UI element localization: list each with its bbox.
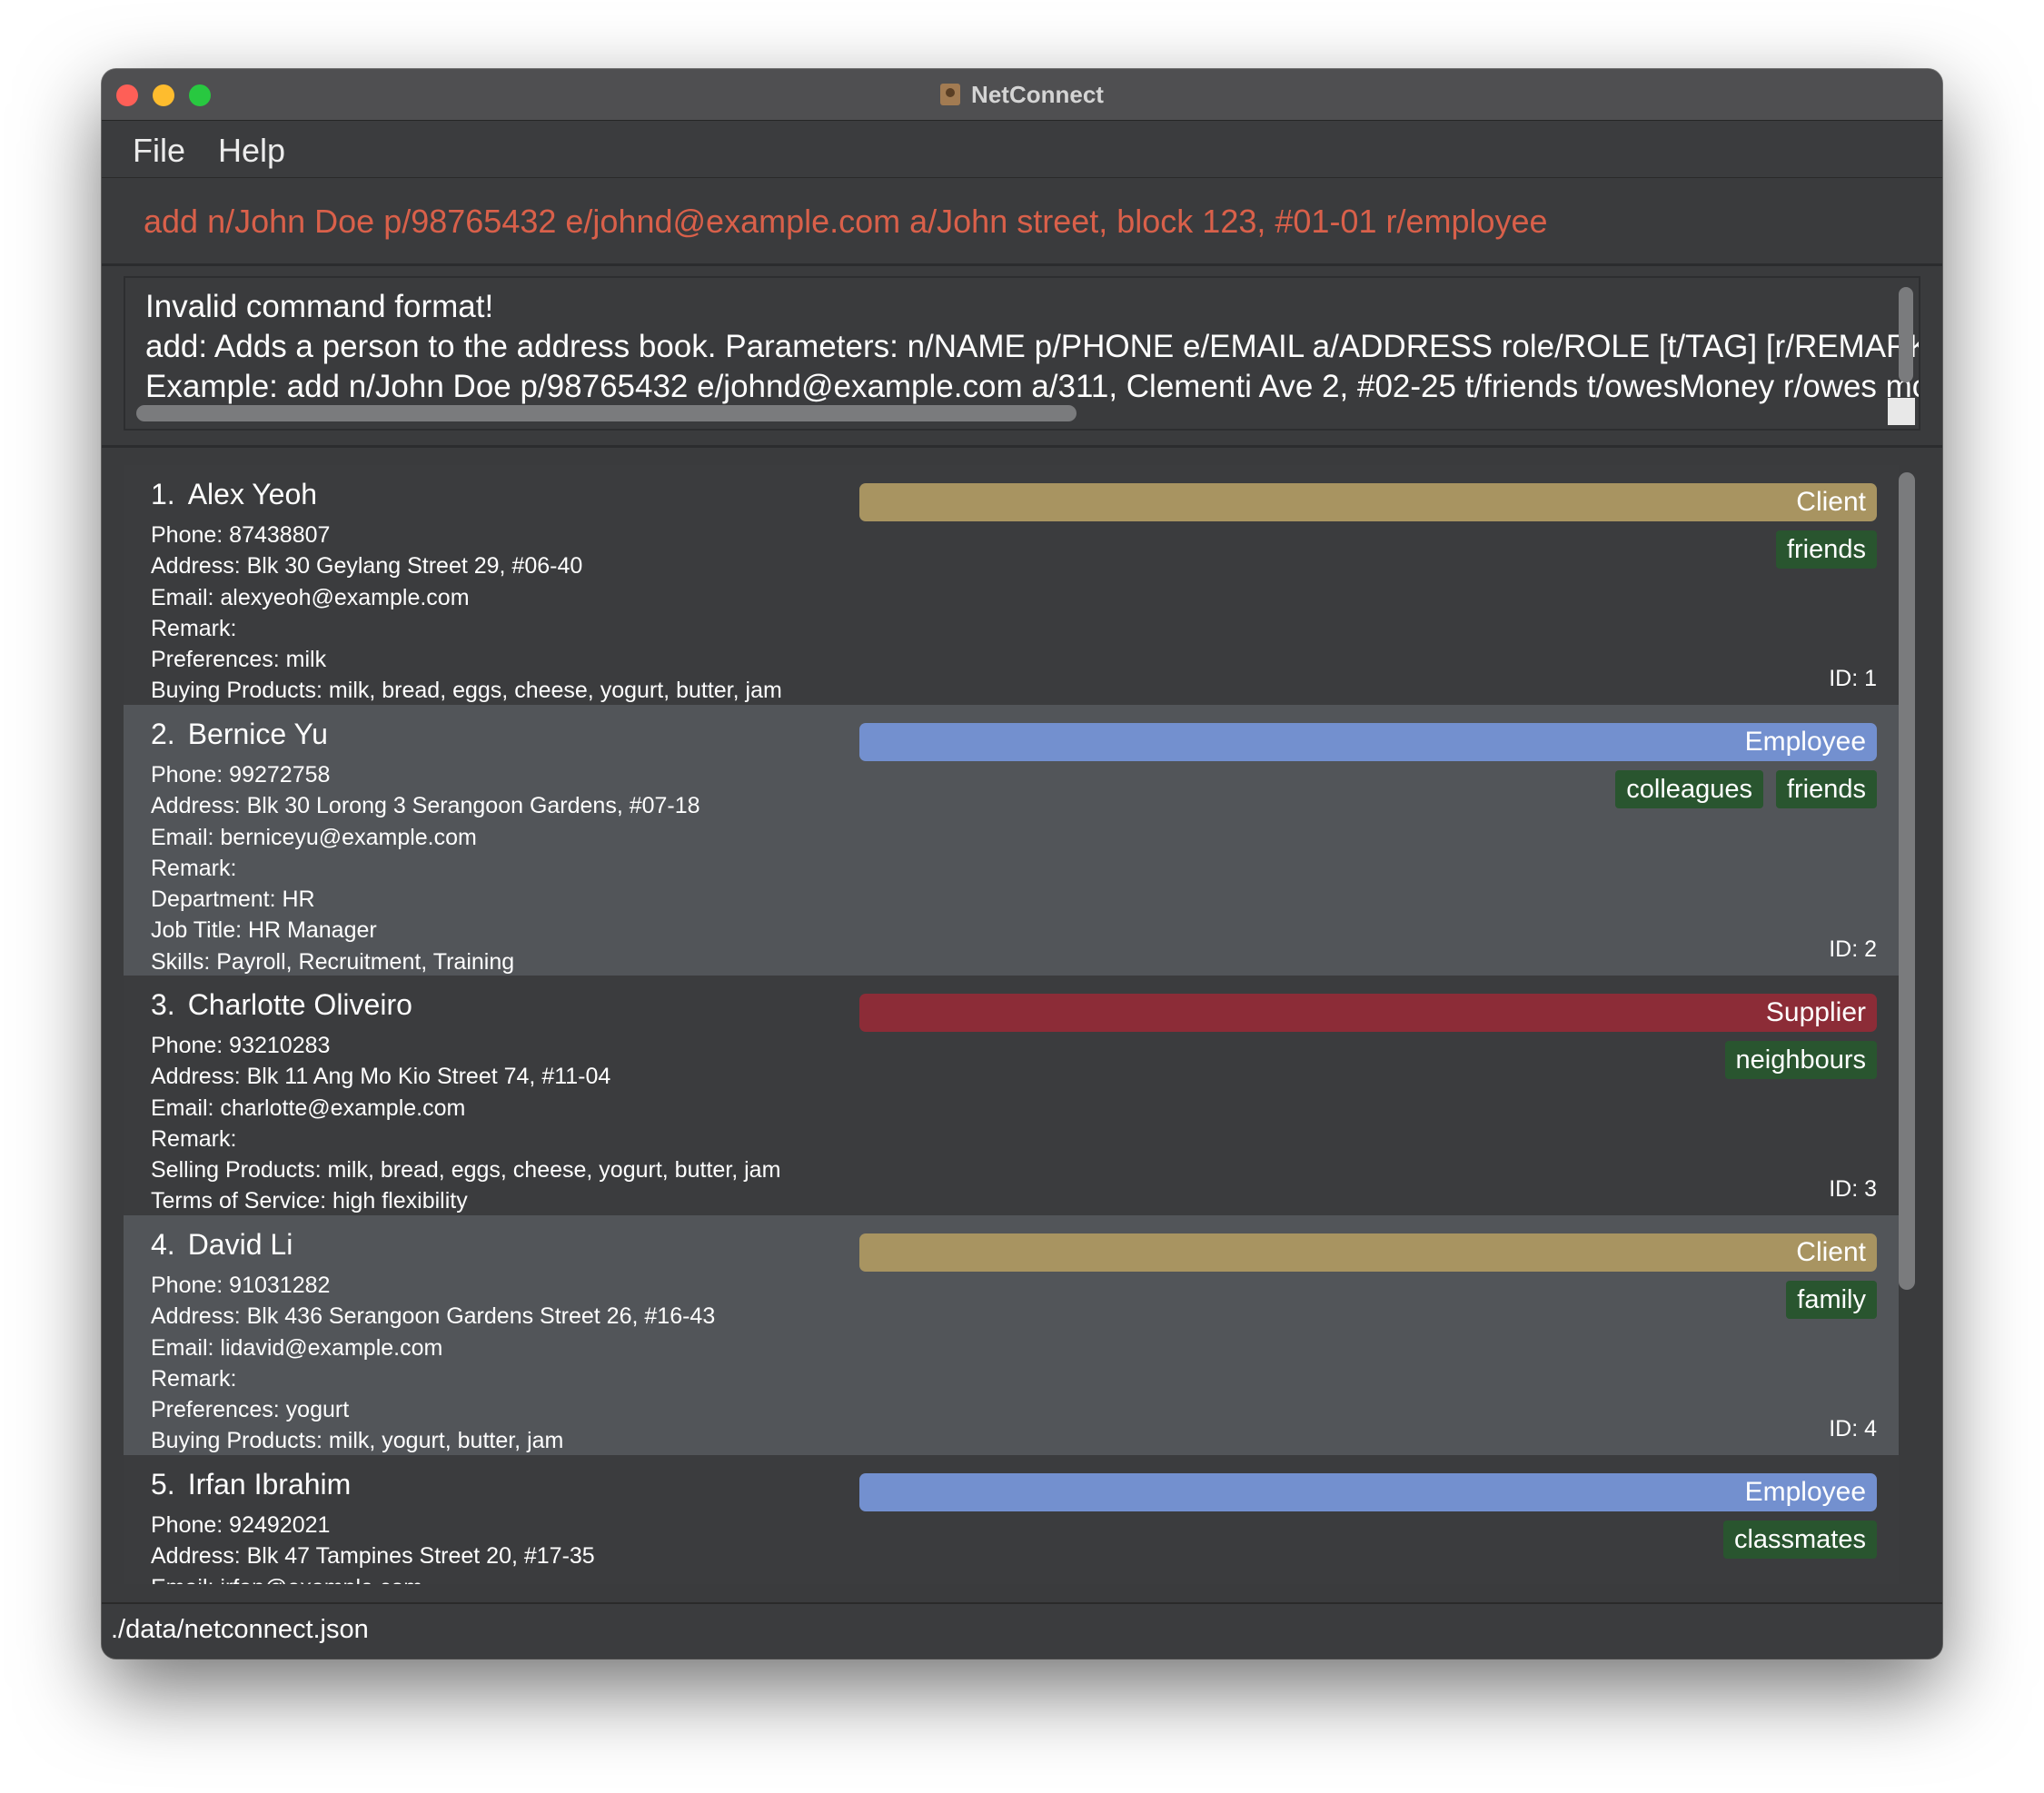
- menu-file[interactable]: File: [133, 132, 185, 170]
- result-horizontal-scrollbar[interactable]: [136, 405, 1077, 421]
- person-name-text: Irfan Ibrahim: [187, 1468, 352, 1501]
- result-line-3: Example: add n/John Doe p/98765432 e/joh…: [145, 369, 1920, 404]
- person-buying-products: Buying Products: milk, yogurt, butter, j…: [151, 1428, 564, 1454]
- person-terms-of-service: Terms of Service: high flexibility: [151, 1188, 468, 1214]
- list-vertical-scrollbar[interactable]: [1899, 472, 1915, 1290]
- person-details: Phone: 99272758 Address: Blk 30 Lorong 3…: [151, 759, 700, 977]
- person-email: Email: irfan@example.com: [151, 1572, 595, 1584]
- tag-list: colleagues friends: [1615, 770, 1877, 808]
- person-card[interactable]: 5. Irfan Ibrahim Phone: 92492021 Address:…: [124, 1455, 1899, 1584]
- tag: family: [1786, 1281, 1877, 1319]
- divider: [102, 445, 1942, 448]
- role-badge: Supplier: [859, 994, 1877, 1032]
- person-phone: Phone: 91031282: [151, 1273, 331, 1298]
- tag-list: classmates: [1722, 1521, 1877, 1559]
- person-phone: Phone: 92492021: [151, 1512, 331, 1538]
- person-card[interactable]: 4. David Li Phone: 91031282 Address: Blk …: [124, 1215, 1899, 1455]
- result-line-1: Invalid command format!: [145, 289, 494, 324]
- person-email: Email: berniceyu@example.com: [151, 824, 477, 850]
- person-id: ID: 1: [1829, 666, 1877, 691]
- tag: classmates: [1722, 1521, 1877, 1559]
- person-job-title: Job Title: HR Manager: [151, 917, 377, 944]
- tag: friends: [1775, 770, 1877, 808]
- person-name-text: David Li: [187, 1228, 293, 1261]
- person-remark: Remark:: [151, 615, 237, 641]
- person-selling-products: Selling Products: milk, bread, eggs, che…: [151, 1157, 781, 1184]
- person-address: Address: Blk 30 Geylang Street 29, #06-4…: [151, 553, 583, 580]
- person-name: 5. Irfan Ibrahim: [151, 1468, 351, 1501]
- person-index: 4.: [151, 1228, 175, 1261]
- tag: friends: [1775, 530, 1877, 569]
- window-title: NetConnect: [102, 69, 1942, 120]
- person-name: 3. Charlotte Oliveiro: [151, 988, 412, 1022]
- tag: neighbours: [1724, 1041, 1877, 1079]
- person-card[interactable]: 3. Charlotte Oliveiro Phone: 93210283 Add…: [124, 976, 1899, 1215]
- title-bar[interactable]: NetConnect: [102, 69, 1942, 121]
- person-index: 1.: [151, 478, 175, 510]
- divider: [102, 263, 1942, 266]
- tag: colleagues: [1615, 770, 1763, 808]
- person-name-text: Bernice Yu: [187, 718, 328, 750]
- person-skills: Skills: Payroll, Recruitment, Training: [151, 948, 515, 975]
- person-email: Email: lidavid@example.com: [151, 1334, 443, 1361]
- person-remark: Remark:: [151, 855, 237, 881]
- window-title-text: NetConnect: [971, 80, 1104, 108]
- person-address: Address: Blk 436 Serangoon Gardens Stree…: [151, 1303, 716, 1330]
- status-bar: ./data/netconnect.json: [102, 1602, 1942, 1659]
- menu-help[interactable]: Help: [218, 132, 285, 170]
- person-email: Email: charlotte@example.com: [151, 1095, 466, 1121]
- role-badge: Employee: [859, 1473, 1877, 1511]
- person-name: 2. Bernice Yu: [151, 718, 328, 751]
- person-details: Phone: 93210283 Address: Blk 11 Ang Mo K…: [151, 1030, 780, 1217]
- role-badge: Client: [859, 483, 1877, 521]
- result-display[interactable]: Invalid command format! add: Adds a pers…: [124, 276, 1920, 431]
- person-details: Phone: 87438807 Address: Blk 30 Geylang …: [151, 520, 782, 707]
- role-badge: Employee: [859, 723, 1877, 761]
- tag-list: friends: [1775, 530, 1877, 569]
- person-name: 4. David Li: [151, 1228, 293, 1262]
- role-badge: Client: [859, 1233, 1877, 1272]
- person-index: 3.: [151, 988, 175, 1021]
- person-remark: Remark:: [151, 1125, 237, 1152]
- person-index: 2.: [151, 718, 175, 750]
- person-id: ID: 4: [1829, 1416, 1877, 1441]
- tag-list: family: [1786, 1281, 1877, 1319]
- person-preferences: Preferences: milk: [151, 647, 327, 673]
- person-address: Address: Blk 11 Ang Mo Kio Street 74, #1…: [151, 1064, 611, 1090]
- person-name: 1. Alex Yeoh: [151, 478, 317, 511]
- menu-bar: File Help: [102, 121, 1942, 178]
- app-window: NetConnect File Help Invalid command for…: [102, 69, 1942, 1659]
- person-id: ID: 2: [1829, 936, 1877, 962]
- person-department: Department: HR: [151, 887, 315, 913]
- result-vertical-scrollbar[interactable]: [1899, 287, 1913, 382]
- person-address: Address: Blk 30 Lorong 3 Serangoon Garde…: [151, 793, 700, 819]
- person-list[interactable]: 1. Alex Yeoh Phone: 87438807 Address: Blk…: [124, 465, 1920, 1584]
- contact-book-icon: [940, 84, 961, 105]
- person-preferences: Preferences: yogurt: [151, 1397, 350, 1423]
- person-card[interactable]: 1. Alex Yeoh Phone: 87438807 Address: Blk…: [124, 465, 1899, 705]
- tag-list: neighbours: [1724, 1041, 1877, 1079]
- person-index: 5.: [151, 1468, 175, 1501]
- person-email: Email: alexyeoh@example.com: [151, 584, 470, 610]
- person-name-text: Charlotte Oliveiro: [187, 988, 412, 1021]
- person-phone: Phone: 99272758: [151, 762, 331, 788]
- person-remark: Remark:: [151, 1365, 237, 1392]
- person-phone: Phone: 87438807: [151, 522, 331, 548]
- scroll-corner: [1888, 398, 1915, 425]
- person-id: ID: 3: [1829, 1176, 1877, 1202]
- result-line-2: add: Adds a person to the address book. …: [145, 329, 1920, 364]
- person-buying-products: Buying Products: milk, bread, eggs, chee…: [151, 678, 782, 704]
- data-file-path: ./data/netconnect.json: [111, 1615, 369, 1644]
- person-details: Phone: 91031282 Address: Blk 436 Serango…: [151, 1270, 715, 1457]
- person-card[interactable]: 2. Bernice Yu Phone: 99272758 Address: Bl…: [124, 705, 1899, 976]
- person-address: Address: Blk 47 Tampines Street 20, #17-…: [151, 1543, 595, 1570]
- person-name-text: Alex Yeoh: [187, 478, 318, 510]
- command-input[interactable]: [124, 187, 1920, 256]
- person-details: Phone: 92492021 Address: Blk 47 Tampines…: [151, 1510, 595, 1584]
- person-phone: Phone: 93210283: [151, 1033, 331, 1058]
